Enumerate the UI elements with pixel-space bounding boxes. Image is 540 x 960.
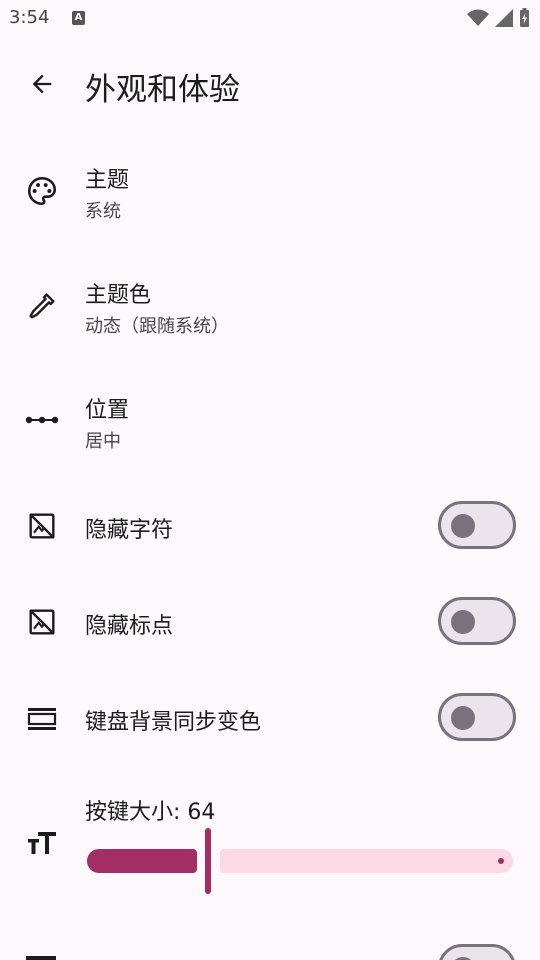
screen: 3:54 A 外观和体验 主题 系统 主题色 动态（跟随系统） 位置 居中 隐藏… — [0, 0, 540, 960]
status-time: 3:54 — [9, 7, 50, 28]
setting-position[interactable]: 位置 居中 — [0, 370, 540, 480]
slider-inactive-track[interactable] — [220, 849, 513, 873]
slider-active-track[interactable] — [87, 849, 197, 873]
setting-title: 位置 — [85, 398, 130, 423]
setting-theme[interactable]: 主题 系统 — [0, 140, 540, 250]
battery-icon — [520, 8, 529, 27]
setting-title: 主题 — [85, 168, 130, 193]
setting-hide-punctuation[interactable]: 隐藏标点 — [0, 581, 540, 663]
hide-punctuation-toggle[interactable] — [438, 597, 516, 645]
key-size-label: 按键大小: 64 — [85, 800, 216, 825]
setting-key-size: 按键大小: 64 — [0, 780, 540, 910]
setting-hide-characters[interactable]: 隐藏字符 — [0, 485, 540, 567]
status-bar: 3:54 A — [0, 0, 540, 36]
status-icons — [467, 8, 530, 28]
palette-icon — [24, 173, 60, 209]
setting-title: 键盘背景同步变色 — [85, 710, 262, 735]
eyedropper-icon — [24, 288, 60, 324]
back-button[interactable] — [20, 62, 64, 106]
setting-title: 隐藏标点 — [85, 614, 174, 639]
setting-subtitle: 动态（跟随系统） — [85, 316, 229, 337]
app-bar: 外观和体验 — [0, 52, 540, 116]
keyboard-background-sync-toggle[interactable] — [438, 693, 516, 741]
slider-stop-indicator — [498, 858, 504, 864]
setting-title: 隐藏字符 — [85, 518, 174, 543]
toggle-knob — [451, 706, 475, 730]
setting-subtitle: 系统 — [85, 201, 121, 222]
arrow-back-icon — [32, 74, 52, 94]
setting-subtitle: 居中 — [85, 431, 121, 452]
position-dots-icon — [24, 402, 60, 438]
text-size-icon — [24, 824, 60, 860]
setting-title: 主题色 — [85, 283, 152, 308]
keyboard-background-icon — [24, 700, 60, 736]
partial-icon — [26, 956, 56, 960]
hide-image-icon — [24, 604, 60, 640]
setting-theme-color[interactable]: 主题色 动态（跟随系统） — [0, 255, 540, 365]
hide-image-icon — [24, 508, 60, 544]
partial-toggle[interactable] — [438, 944, 516, 960]
toggle-knob — [451, 514, 475, 538]
setting-keyboard-background-sync[interactable]: 键盘背景同步变色 — [0, 677, 540, 759]
page-title: 外观和体验 — [85, 72, 240, 108]
toggle-knob — [451, 610, 475, 634]
signal-icon — [495, 9, 513, 27]
slider-handle[interactable] — [205, 828, 211, 894]
notification-icon: A — [72, 11, 85, 25]
wifi-icon — [467, 9, 489, 26]
setting-next-row-partial[interactable] — [0, 930, 540, 960]
hide-characters-toggle[interactable] — [438, 501, 516, 549]
